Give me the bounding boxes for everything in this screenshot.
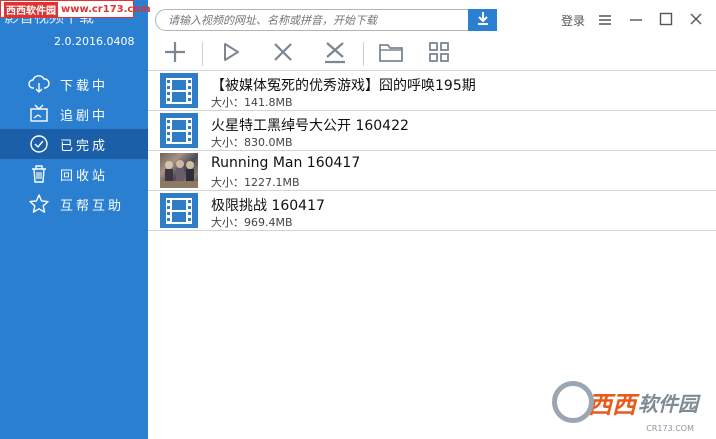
watermark-top: 西西软件园 www.cr173.com [0, 0, 151, 18]
sidebar-item-downloading[interactable]: 下载中 [0, 69, 148, 99]
download-button[interactable] [468, 9, 497, 31]
sidebar-nav: 下载中 追剧中 已完成 回收站 互帮互助 [0, 69, 148, 219]
check-circle-icon [28, 133, 50, 155]
sidebar-item-help[interactable]: 互帮互助 [0, 189, 148, 219]
search-box [155, 9, 497, 31]
remove-button[interactable] [320, 40, 350, 68]
film-icon [160, 73, 198, 108]
watermark-small: CR173.COM [646, 424, 694, 433]
maximize-icon [659, 11, 673, 30]
menu-button[interactable] [595, 10, 615, 30]
item-title: 极限挑战 160417 [211, 198, 325, 214]
sidebar-item-label: 下载中 [60, 78, 109, 94]
watermark-site: 西西软件园 [4, 1, 58, 17]
sidebar: 影音视频下载 2.0.2016.0408 下载中 追剧中 已完成 回收站 [0, 0, 148, 439]
delete-button[interactable] [268, 40, 298, 68]
item-size: 大小：1227.1MB [211, 176, 300, 189]
sidebar-item-label: 互帮互助 [60, 198, 125, 214]
sidebar-item-label: 回收站 [60, 168, 109, 184]
folder-icon [378, 41, 404, 67]
open-folder-button[interactable] [376, 40, 406, 68]
add-button[interactable] [160, 40, 190, 68]
item-size: 大小：141.8MB [211, 96, 293, 109]
minimize-icon [629, 11, 643, 30]
grid-icon [428, 41, 450, 67]
remove-icon [323, 40, 347, 68]
trash-icon [28, 163, 50, 185]
item-size: 大小：830.0MB [211, 136, 293, 149]
film-icon [160, 113, 198, 148]
cloud-download-icon [28, 73, 50, 95]
menu-icon [598, 11, 612, 30]
item-title: Running Man 160417 [211, 155, 361, 171]
close-icon [689, 11, 703, 30]
list-item[interactable]: 极限挑战 160417 大小：969.4MB [148, 191, 716, 231]
film-icon [160, 193, 198, 228]
item-size: 大小：969.4MB [211, 216, 293, 229]
delete-icon [272, 41, 294, 67]
sidebar-item-label: 追剧中 [60, 108, 109, 124]
sidebar-item-label: 已完成 [60, 138, 109, 154]
download-icon [475, 10, 491, 30]
item-title: 【被媒体冤死的优秀游戏】囧的呼唤195期 [211, 78, 476, 94]
app-version: 2.0.2016.0408 [54, 35, 135, 48]
login-link[interactable]: 登录 [561, 12, 585, 29]
sidebar-item-completed[interactable]: 已完成 [0, 129, 148, 159]
tv-icon [28, 103, 50, 125]
item-title: 火星特工黑绰号大公开 160422 [211, 118, 409, 134]
search-input[interactable] [156, 13, 466, 27]
watermark-logo: 西西 软件园 [552, 381, 698, 423]
toolbar [148, 36, 716, 70]
sidebar-item-recycle[interactable]: 回收站 [0, 159, 148, 189]
watermark-url: www.cr173.com [61, 3, 151, 15]
watermark-text: 软件园 [638, 391, 698, 416]
close-button[interactable] [686, 10, 706, 30]
grid-view-button[interactable] [424, 40, 454, 68]
toolbar-divider [202, 42, 203, 66]
play-icon [220, 41, 242, 67]
watermark-brand: 西西 [588, 390, 636, 419]
add-icon [163, 40, 187, 68]
minimize-button[interactable] [626, 10, 646, 30]
sidebar-item-following[interactable]: 追剧中 [0, 99, 148, 129]
download-list: 【被媒体冤死的优秀游戏】囧的呼唤195期 大小：141.8MB 火星特工黑绰号大… [148, 70, 716, 231]
play-button[interactable] [216, 40, 246, 68]
toolbar-divider [363, 42, 364, 66]
video-thumbnail [160, 153, 198, 188]
list-item[interactable]: 火星特工黑绰号大公开 160422 大小：830.0MB [148, 111, 716, 151]
list-item[interactable]: Running Man 160417 大小：1227.1MB [148, 151, 716, 191]
maximize-button[interactable] [656, 10, 676, 30]
star-icon [28, 193, 50, 215]
list-item[interactable]: 【被媒体冤死的优秀游戏】囧的呼唤195期 大小：141.8MB [148, 71, 716, 111]
watermark-circle-icon [552, 381, 594, 423]
